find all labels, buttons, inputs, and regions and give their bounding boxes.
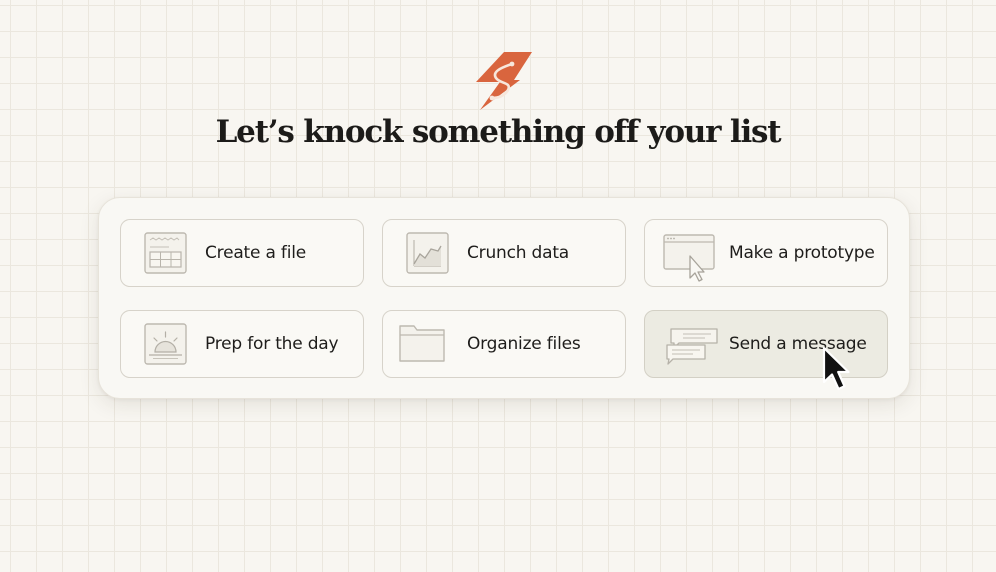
make-prototype-button[interactable]: Make a prototype	[644, 219, 888, 287]
chat-bubbles-icon	[645, 311, 725, 377]
prep-for-day-button[interactable]: Prep for the day	[120, 310, 364, 378]
create-file-button[interactable]: Create a file	[120, 219, 364, 287]
mouse-pointer-icon	[822, 346, 850, 391]
crunch-data-button[interactable]: Crunch data	[382, 219, 626, 287]
chart-icon	[383, 220, 463, 286]
folder-icon	[383, 311, 463, 377]
action-label: Crunch data	[467, 243, 570, 263]
page-title: Let’s knock something off your list	[215, 114, 782, 150]
quick-actions-panel: Create a file Crunch data Make a prototy…	[98, 197, 910, 399]
action-label: Prep for the day	[205, 334, 339, 354]
browser-window-cursor-icon	[645, 220, 725, 286]
organize-files-button[interactable]: Organize files	[382, 310, 626, 378]
action-label: Organize files	[467, 334, 581, 354]
action-label: Make a prototype	[729, 243, 875, 263]
lightning-bolt-logo	[476, 52, 532, 110]
spreadsheet-file-icon	[121, 220, 201, 286]
sunrise-icon	[121, 311, 201, 377]
action-label: Create a file	[205, 243, 307, 263]
